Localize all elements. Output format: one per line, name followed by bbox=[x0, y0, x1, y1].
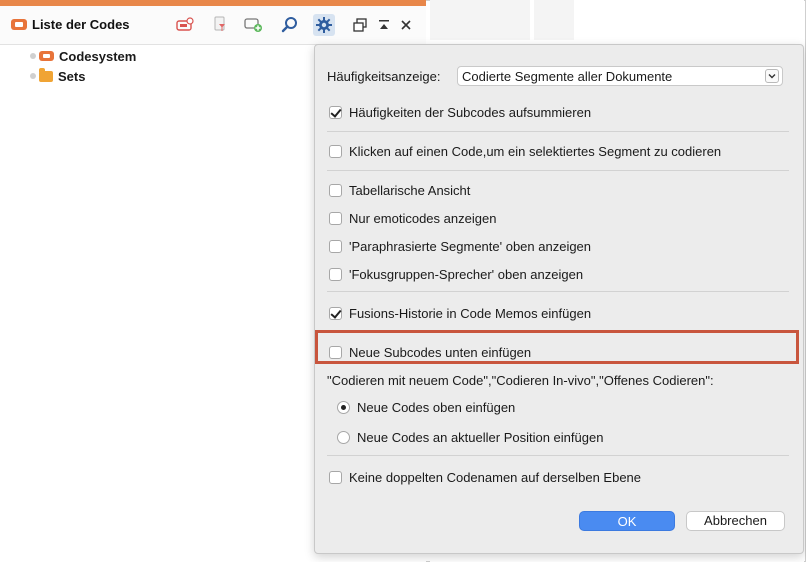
checkbox[interactable] bbox=[329, 267, 342, 281]
option-label: Tabellarische Ansicht bbox=[349, 182, 471, 198]
option-label: Klicken auf einen Code,um ein selektiert… bbox=[349, 143, 722, 159]
option-label: 'Fokusgruppen-Sprecher' oben anzeigen bbox=[349, 266, 584, 282]
option-click-to-code[interactable]: Klicken auf einen Code,um ein selektiert… bbox=[329, 142, 721, 160]
divider bbox=[327, 131, 789, 132]
chevron-down-icon[interactable] bbox=[765, 69, 779, 83]
options-popup: Häufigkeitsanzeige: Codierte Segmente al… bbox=[314, 44, 804, 554]
option-label: Nur emoticodes anzeigen bbox=[349, 210, 497, 226]
panel-title: Liste der Codes bbox=[32, 17, 130, 32]
ok-button[interactable]: OK bbox=[579, 511, 675, 531]
search-icon[interactable] bbox=[279, 14, 301, 36]
close-icon[interactable] bbox=[395, 14, 417, 36]
option-label: Keine doppelten Codenamen auf derselben … bbox=[349, 469, 642, 485]
option-label: Neue Subcodes unten einfügen bbox=[349, 344, 532, 360]
folder-icon bbox=[39, 67, 53, 82]
tree-item-label: Sets bbox=[58, 68, 86, 84]
divider bbox=[327, 455, 789, 456]
checkbox[interactable] bbox=[329, 470, 342, 484]
new-code-icon[interactable] bbox=[174, 14, 196, 36]
option-new-subcodes-bottom[interactable]: Neue Subcodes unten einfügen bbox=[329, 343, 531, 361]
divider bbox=[327, 291, 789, 292]
frequency-select[interactable]: Codierte Segmente aller Dokumente bbox=[457, 66, 783, 86]
option-paraphrased-top[interactable]: 'Paraphrasierte Segmente' oben anzeigen bbox=[329, 237, 591, 255]
radio-button[interactable] bbox=[337, 400, 350, 414]
checkbox[interactable] bbox=[329, 306, 342, 320]
divider bbox=[327, 170, 789, 171]
option-merge-history[interactable]: Fusions-Historie in Code Memos einfügen bbox=[329, 304, 591, 322]
frequency-label: Häufigkeitsanzeige: bbox=[327, 69, 441, 84]
option-label: 'Paraphrasierte Segmente' oben anzeigen bbox=[349, 238, 592, 254]
option-focusgroup-top[interactable]: 'Fokusgruppen-Sprecher' oben anzeigen bbox=[329, 265, 583, 283]
checkbox[interactable] bbox=[329, 183, 342, 197]
option-label: Häufigkeiten der Subcodes aufsummieren bbox=[349, 104, 592, 120]
tree-item-sets[interactable]: Sets bbox=[30, 67, 85, 85]
expand-dot-icon[interactable] bbox=[30, 73, 36, 79]
checkbox[interactable] bbox=[329, 345, 342, 359]
option-emoticodes-only[interactable]: Nur emoticodes anzeigen bbox=[329, 209, 496, 227]
background-column bbox=[534, 0, 574, 40]
radio-label: Neue Codes oben einfügen bbox=[357, 399, 516, 415]
add-code-icon[interactable] bbox=[243, 14, 265, 36]
option-table-view[interactable]: Tabellarische Ansicht bbox=[329, 181, 470, 199]
undock-icon[interactable] bbox=[349, 14, 371, 36]
new-code-heading: "Codieren mit neuem Code","Codieren In-v… bbox=[327, 373, 714, 388]
tree-item-codesystem[interactable]: Codesystem bbox=[30, 47, 136, 65]
radio-new-codes-current[interactable]: Neue Codes an aktueller Position einfüge… bbox=[337, 428, 603, 446]
radio-new-codes-top[interactable]: Neue Codes oben einfügen bbox=[337, 398, 515, 416]
collapse-icon[interactable] bbox=[373, 14, 395, 36]
codesystem-icon bbox=[39, 51, 54, 61]
option-no-duplicate-names[interactable]: Keine doppelten Codenamen auf derselben … bbox=[329, 468, 641, 486]
checkbox[interactable] bbox=[329, 211, 342, 225]
tree-item-label: Codesystem bbox=[59, 48, 137, 64]
codes-icon bbox=[11, 19, 27, 30]
checkbox[interactable] bbox=[329, 239, 342, 253]
filter-icon[interactable] bbox=[209, 14, 231, 36]
option-label: Fusions-Historie in Code Memos einfügen bbox=[349, 305, 592, 321]
checkbox[interactable] bbox=[329, 144, 342, 158]
radio-button[interactable] bbox=[337, 430, 350, 444]
cancel-button[interactable]: Abbrechen bbox=[686, 511, 785, 531]
radio-label: Neue Codes an aktueller Position einfüge… bbox=[357, 429, 604, 445]
panel-header: Liste der Codes bbox=[0, 6, 426, 45]
option-sum-subcodes[interactable]: Häufigkeiten der Subcodes aufsummieren bbox=[329, 103, 591, 121]
gear-icon[interactable] bbox=[313, 14, 335, 36]
background-column bbox=[430, 0, 530, 40]
frequency-select-value: Codierte Segmente aller Dokumente bbox=[462, 69, 673, 84]
expand-dot-icon[interactable] bbox=[30, 53, 36, 59]
checkbox[interactable] bbox=[329, 105, 342, 119]
